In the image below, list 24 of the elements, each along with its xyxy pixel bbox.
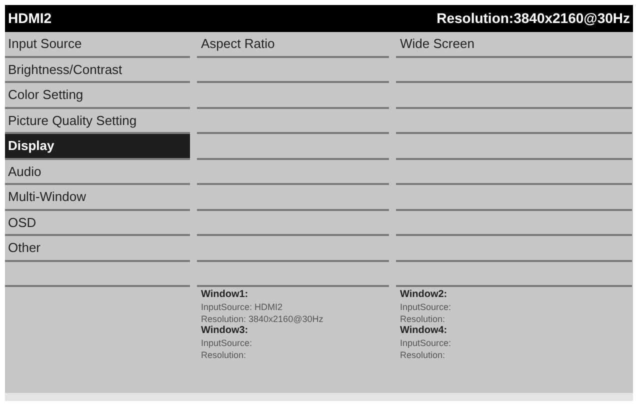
input-source-title: HDMI2 bbox=[8, 9, 52, 28]
window-info-text: InputSource: bbox=[201, 337, 254, 349]
menu-item[interactable]: Multi-Window bbox=[5, 185, 190, 210]
menu-item[interactable]: OSD bbox=[5, 210, 190, 236]
setting-value[interactable]: Wide Screen bbox=[400, 37, 474, 50]
window-info-text: InputSource: HDMI2 bbox=[201, 301, 284, 313]
window-title: Window4: bbox=[400, 325, 448, 337]
window-info-text: InputSource: bbox=[400, 337, 452, 349]
menu-item[interactable]: Other bbox=[5, 236, 190, 262]
setting-name[interactable]: Aspect Ratio bbox=[201, 37, 275, 50]
menu-item[interactable]: Input Source bbox=[5, 32, 190, 58]
resolution-text: Resolution:3840x2160@30Hz bbox=[436, 9, 630, 28]
window-info-text: Resolution: bbox=[201, 349, 248, 361]
window-title: Window2: bbox=[400, 289, 448, 301]
window-info-text: InputSource: bbox=[400, 301, 452, 313]
window-title: Window3: bbox=[201, 325, 250, 337]
menu-item[interactable]: Brightness/Contrast bbox=[5, 58, 190, 83]
menu-item[interactable]: Display bbox=[5, 134, 190, 160]
window-info-text: Resolution: bbox=[400, 313, 446, 325]
menu-item[interactable]: Color Setting bbox=[5, 83, 190, 108]
window-title: Window1: bbox=[201, 289, 250, 301]
window-info-text: Resolution: bbox=[400, 349, 446, 361]
window-info-text: Resolution: 3840x2160@30Hz bbox=[201, 313, 324, 325]
menu-item[interactable]: Audio bbox=[5, 160, 190, 185]
